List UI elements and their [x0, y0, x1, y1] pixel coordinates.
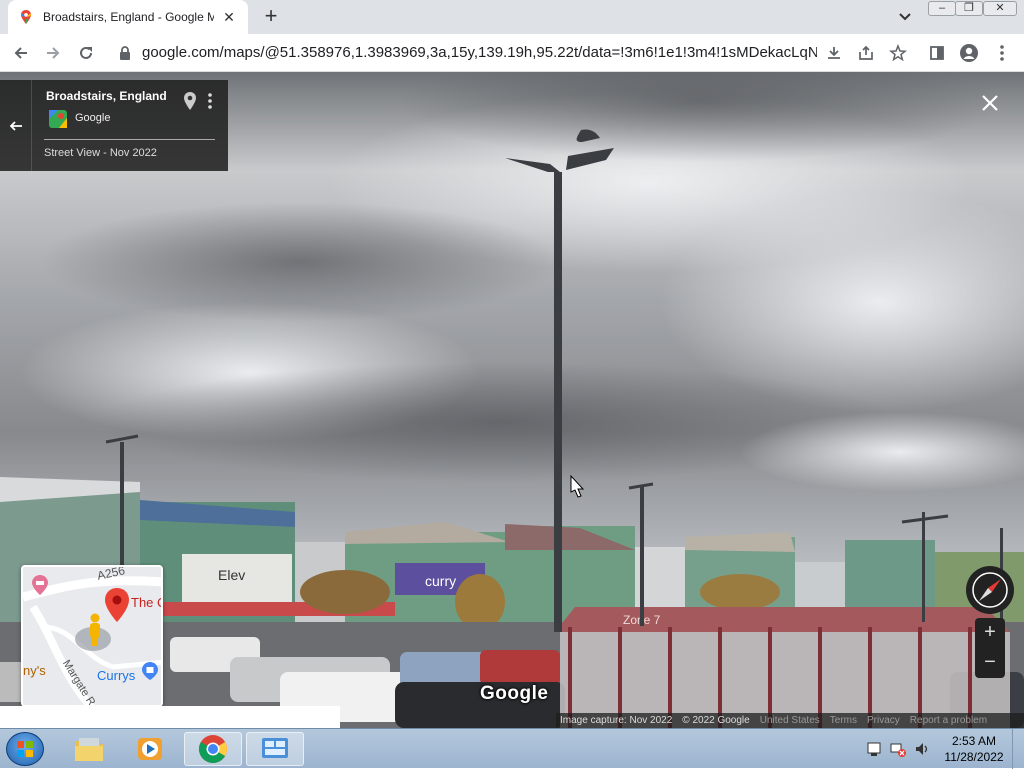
- currys-sign: curry: [425, 573, 456, 589]
- tab-google-maps[interactable]: Broadstairs, England - Google Maps ✕: [8, 0, 248, 34]
- compass-icon: [972, 572, 1008, 608]
- show-desktop-button[interactable]: [1012, 729, 1024, 769]
- more-options-icon[interactable]: [204, 91, 216, 111]
- lock-icon[interactable]: [118, 45, 132, 61]
- street-view-footer: Image capture: Nov 2022 © 2022 Google Un…: [556, 713, 1024, 728]
- forward-button[interactable]: [41, 41, 65, 65]
- back-button[interactable]: [9, 41, 33, 65]
- action-center-icon[interactable]: [866, 741, 882, 757]
- street-view-panorama[interactable]: Elev curry Zone 7 Broadstairs, England G…: [0, 72, 1024, 728]
- clock-date: 11/28/2022: [944, 750, 1004, 764]
- zoom-in-button[interactable]: +: [975, 618, 1005, 648]
- volume-icon[interactable]: [914, 741, 930, 757]
- exit-street-view-button[interactable]: [0, 80, 32, 171]
- report-problem-link[interactable]: Report a problem: [910, 715, 987, 726]
- reload-icon: [80, 46, 92, 59]
- reload-button[interactable]: [74, 41, 98, 65]
- place-label: The C: [131, 595, 163, 610]
- place-name: Broadstairs, England: [46, 89, 167, 103]
- terms-link[interactable]: Terms: [830, 715, 857, 726]
- taskbar-chrome[interactable]: [184, 732, 242, 766]
- hotel-pin-icon: [32, 575, 48, 595]
- download-icon: [828, 47, 840, 59]
- google-maps-logo-icon: [49, 110, 67, 128]
- tab-strip: Broadstairs, England - Google Maps ✕ + –…: [0, 0, 1024, 34]
- shopping-bag-icon: [142, 662, 158, 680]
- new-tab-button[interactable]: +: [259, 4, 283, 28]
- folder-icon: [75, 738, 103, 761]
- source-label: Google: [75, 112, 111, 124]
- zoom-control: + −: [975, 618, 1005, 678]
- image-capture-date: Image capture: Nov 2022: [560, 715, 673, 726]
- elev-sign: Elev: [218, 567, 245, 583]
- more-vert-icon: [1000, 45, 1004, 61]
- mini-map[interactable]: A256 The C ny's Margate R Currys: [21, 565, 163, 707]
- control-panel-icon: [262, 738, 288, 758]
- google-watermark: Google: [480, 683, 549, 704]
- tab-close-button[interactable]: ✕: [220, 9, 238, 26]
- bottom-left-strip: [0, 706, 340, 728]
- star-icon: [889, 44, 907, 62]
- copyright-text: © 2022 Google: [682, 715, 750, 726]
- taskbar-media-player[interactable]: [121, 732, 179, 766]
- card-divider: [44, 139, 215, 140]
- address-bar[interactable]: google.com/maps/@51.358976,1.3983969,3a,…: [142, 44, 817, 61]
- media-player-icon: [138, 738, 162, 760]
- share-icon: [859, 45, 873, 60]
- taskbar-file-explorer[interactable]: [60, 732, 118, 766]
- share-button[interactable]: [854, 41, 878, 65]
- profile-avatar-icon: [960, 44, 978, 62]
- location-pin-red-icon: [105, 588, 129, 622]
- install-button[interactable]: [822, 41, 846, 65]
- side-panel-button[interactable]: [925, 41, 949, 65]
- windows-logo-icon: [17, 741, 33, 757]
- compass-control[interactable]: [966, 566, 1014, 614]
- street-view-info-card: Broadstairs, England Google Street View …: [0, 80, 228, 171]
- system-clock[interactable]: 2:53 AM 11/28/2022: [940, 733, 1008, 765]
- back-arrow-icon: [9, 120, 22, 131]
- windows-taskbar: 2:53 AM 11/28/2022: [0, 728, 1024, 769]
- network-icon[interactable]: [890, 741, 906, 757]
- close-street-view-icon[interactable]: [978, 91, 1002, 115]
- location-pin-icon[interactable]: [182, 91, 198, 111]
- browser-toolbar: google.com/maps/@51.358976,1.3983969,3a,…: [0, 34, 1024, 72]
- back-arrow-icon: [14, 47, 27, 59]
- start-button[interactable]: [6, 732, 44, 766]
- tab-search-chevron-icon[interactable]: [895, 6, 915, 26]
- restore-window-button[interactable]: ❐: [955, 1, 983, 16]
- menu-button[interactable]: [990, 41, 1014, 65]
- minimize-window-button[interactable]: –: [928, 1, 956, 16]
- tab-title: Broadstairs, England - Google Maps: [43, 10, 214, 24]
- currys-label: Currys: [97, 668, 136, 683]
- bookmark-button[interactable]: [886, 41, 910, 65]
- street-view-date: Street View - Nov 2022: [44, 147, 157, 159]
- taskbar-control-panel[interactable]: [246, 732, 304, 766]
- chrome-icon: [199, 735, 227, 763]
- forward-arrow-icon: [47, 47, 60, 59]
- pegman-icon: [90, 613, 100, 646]
- zoom-out-button[interactable]: −: [975, 648, 1005, 678]
- close-window-button[interactable]: ✕: [983, 1, 1017, 16]
- shop-left-label: ny's: [23, 663, 46, 678]
- profile-button[interactable]: [957, 41, 981, 65]
- country-link[interactable]: United States: [760, 715, 820, 726]
- privacy-link[interactable]: Privacy: [867, 715, 900, 726]
- side-panel-icon: [930, 46, 944, 60]
- clock-time: 2:53 AM: [951, 734, 997, 748]
- google-maps-favicon-icon: [21, 10, 31, 24]
